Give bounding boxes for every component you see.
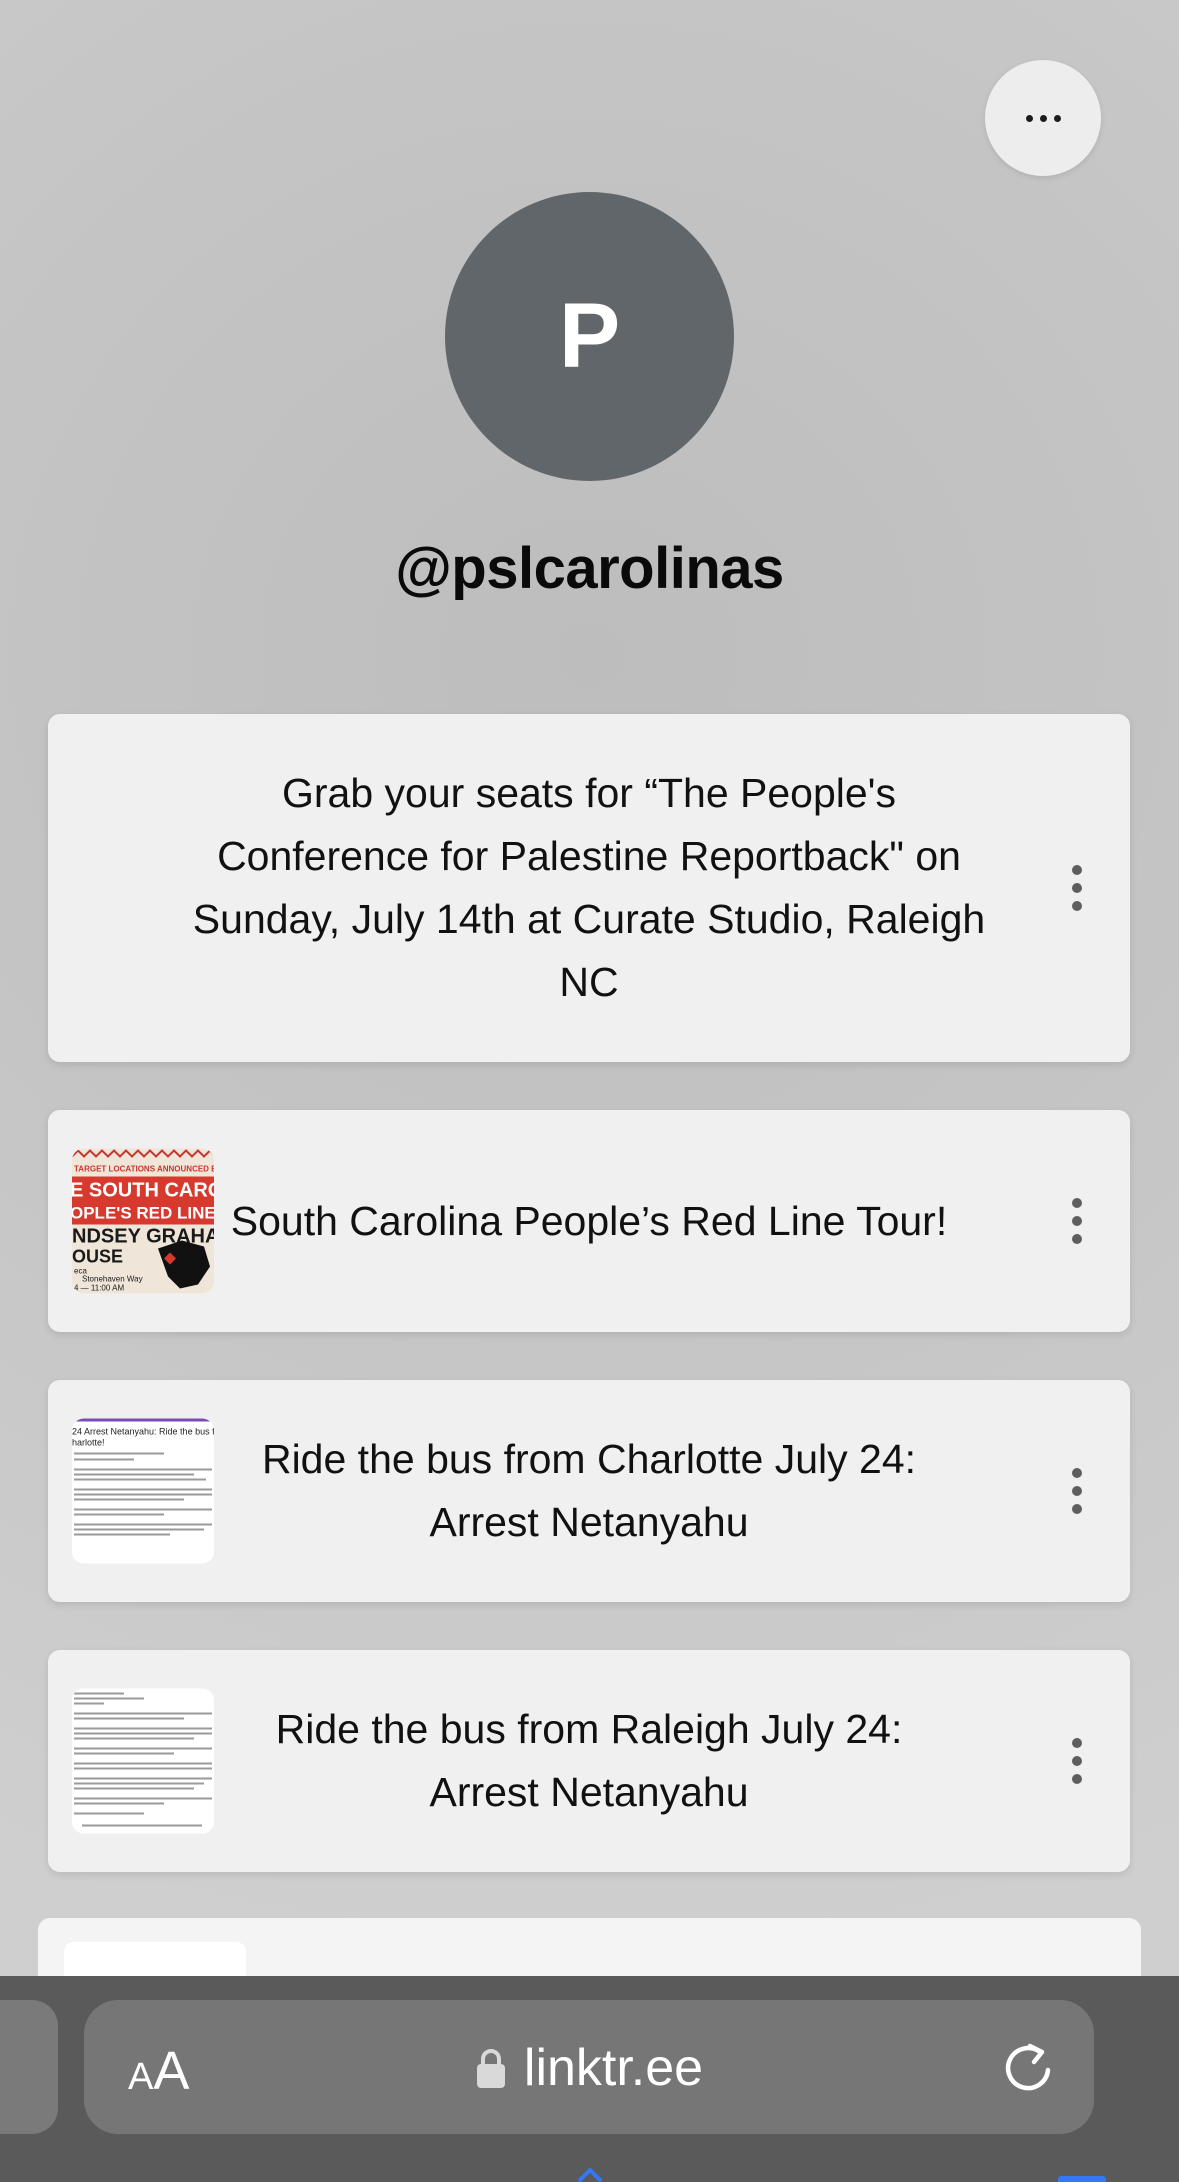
- avatar: P: [445, 192, 734, 481]
- profile-handle: @pslcarolinas: [395, 536, 784, 601]
- link-card[interactable]: 24 Arrest Netanyahu: Ride the bus fro ha…: [48, 1380, 1130, 1602]
- more-horizontal-icon: [1025, 114, 1061, 122]
- more-vertical-icon[interactable]: [1072, 1198, 1082, 1244]
- more-vertical-icon[interactable]: [1072, 865, 1082, 911]
- link-card-partial[interactable]: [38, 1918, 1141, 1982]
- profile-menu-button[interactable]: [985, 60, 1101, 176]
- thumb-text: 24 Arrest Netanyahu: Ride the bus fro: [72, 1427, 214, 1437]
- link-thumbnail: TARGET LOCATIONS ANNOUNCED EACH W E SOUT…: [72, 1148, 214, 1294]
- red-line-tour-thumbnail-image: TARGET LOCATIONS ANNOUNCED EACH W E SOUT…: [72, 1148, 214, 1294]
- link-label: Ride the bus from Raleigh July 24: Arres…: [275, 1706, 903, 1815]
- link-thumbnail: 24 Arrest Netanyahu: Ride the bus fro ha…: [72, 1418, 214, 1564]
- raleigh-bus-thumbnail-image: [72, 1688, 214, 1834]
- lock-icon: [476, 2049, 505, 2088]
- thumb-text: Stonehaven Way: [82, 1275, 143, 1284]
- more-vertical-icon[interactable]: [1072, 1738, 1082, 1784]
- link-card[interactable]: TARGET LOCATIONS ANNOUNCED EACH W E SOUT…: [48, 1110, 1130, 1332]
- link-label: Ride the bus from Charlotte July 24: Arr…: [261, 1436, 917, 1545]
- link-card[interactable]: Ride the bus from Raleigh July 24: Arres…: [48, 1650, 1130, 1872]
- more-vertical-icon[interactable]: [1072, 1468, 1082, 1514]
- thumb-text: harlotte!: [72, 1438, 105, 1448]
- thumb-text: OUSE: [72, 1247, 123, 1267]
- link-label: Grab your seats for “The People's Confer…: [192, 770, 986, 1005]
- tabs-icon[interactable]: [1058, 2176, 1106, 2182]
- thumb-text: TARGET LOCATIONS ANNOUNCED EACH W: [74, 1165, 214, 1174]
- reload-icon[interactable]: [1000, 2040, 1056, 2096]
- avatar-letter: P: [558, 285, 621, 387]
- thumb-text: OPLE'S RED LINE TO: [72, 1204, 214, 1223]
- charlotte-bus-thumbnail-image: 24 Arrest Netanyahu: Ride the bus fro ha…: [72, 1418, 214, 1564]
- link-thumbnail: [72, 1688, 214, 1834]
- link-card[interactable]: Grab your seats for “The People's Confer…: [48, 714, 1130, 1062]
- url-text: linktr.ee: [523, 2039, 704, 2097]
- link-label: South Carolina People’s Red Line Tour!: [230, 1197, 948, 1244]
- thumb-text: 4 — 11:00 AM: [74, 1284, 124, 1293]
- thumb-text: E SOUTH CAROLIN: [72, 1180, 214, 1202]
- share-icon[interactable]: [575, 2168, 605, 2182]
